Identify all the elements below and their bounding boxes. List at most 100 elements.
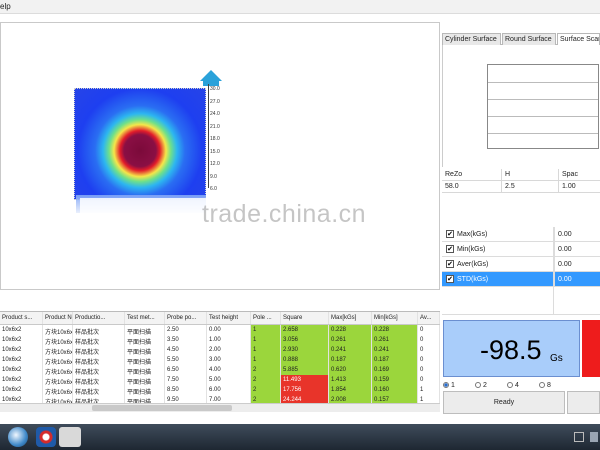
table-row[interactable]: 10x6x2方块10x6x2样品批次平面扫描6.504.0025.8850.62… [0, 365, 440, 375]
tab-round-surface[interactable]: Round Surface [502, 33, 556, 45]
watermark-text: trade.china.cn [202, 200, 367, 228]
scale-tick-label: 12.0 [210, 161, 220, 167]
column-header[interactable]: Pole ... [251, 312, 281, 324]
table-cell: 4.00 [207, 365, 251, 375]
magnetic-field-heatmap[interactable] [74, 88, 206, 200]
column-header[interactable]: Square [281, 312, 329, 324]
checkbox-icon[interactable]: ✔ [446, 230, 454, 238]
table-cell: 0.160 [372, 385, 418, 395]
table-row[interactable]: 10x6x2方块10x6x2样品批次平面扫描2.500.0012.6580.22… [0, 325, 440, 335]
checkbox-icon[interactable]: ✔ [446, 245, 454, 253]
radio-option-2[interactable]: 2 [475, 380, 507, 390]
scan-params-header: ReZo H Spac [442, 169, 600, 181]
radio-icon[interactable] [507, 382, 513, 388]
column-header[interactable]: Product No [43, 312, 73, 324]
radio-option-4[interactable]: 4 [507, 380, 539, 390]
start-button-icon[interactable] [8, 427, 28, 447]
paint-app-icon[interactable] [59, 427, 81, 447]
column-header[interactable]: Test height [207, 312, 251, 324]
stat-value: 0.00 [558, 260, 572, 268]
stat-label: Aver(kGs) [457, 256, 555, 272]
scale-tick-label: 27.0 [210, 98, 220, 105]
column-header[interactable]: Probe po... [165, 312, 207, 324]
stat-label: STD(kGs) [457, 271, 555, 287]
radio-option-8[interactable]: 8 [539, 380, 571, 390]
table-cell: 样品批次 [73, 355, 125, 365]
tray-icon[interactable] [574, 432, 584, 442]
checkbox-icon[interactable]: ✔ [446, 275, 454, 283]
table-cell: 0.620 [329, 365, 372, 375]
stat-row-std[interactable]: ✔ STD(kGs) 0.00 [442, 271, 600, 287]
table-cell: 3.056 [281, 335, 329, 345]
table-cell: 5.00 [207, 375, 251, 385]
tab-surface-scan[interactable]: Surface Scan [557, 33, 600, 45]
table-cell: 0 [418, 345, 440, 355]
alert-indicator [582, 320, 600, 377]
table-cell: 方块10x6x2 [43, 335, 73, 345]
table-header: Product s... Product No Productio... Test m… [0, 312, 440, 325]
scan-params-row[interactable]: 58.0 2.5 1.00 [442, 181, 600, 193]
table-cell: 样品批次 [73, 395, 125, 403]
statistics-empty-area [442, 287, 600, 315]
stat-row-min[interactable]: ✔ Min(kGs) 0.00 [442, 241, 600, 257]
table-cell: 0.00 [207, 325, 251, 335]
table-cell: 2.50 [165, 325, 207, 335]
radio-icon[interactable] [539, 382, 545, 388]
radio-label: 2 [483, 381, 487, 389]
table-horizontal-scrollbar[interactable] [0, 403, 440, 412]
table-cell: 2 [251, 395, 281, 403]
table-cell: 2 [251, 365, 281, 375]
scale-pointer-icon[interactable] [200, 70, 222, 81]
ready-button[interactable]: Ready [443, 391, 565, 414]
stat-row-aver[interactable]: ✔ Aver(kGs) 0.00 [442, 256, 600, 272]
stat-row-max[interactable]: ✔ Max(kGs) 0.00 [442, 226, 600, 242]
table-cell: 11.493 [281, 375, 329, 385]
scale-tick-label: 15.0 [210, 148, 220, 155]
radio-icon[interactable] [475, 382, 481, 388]
table-cell: 平面扫描 [125, 365, 165, 375]
table-cell: 方块10x6x2 [43, 355, 73, 365]
table-cell: 2.930 [281, 345, 329, 355]
table-row[interactable]: 10x6x2方块10x6x2样品批次平面扫描4.502.0012.9300.24… [0, 345, 440, 355]
table-cell: 10x6x2 [0, 375, 43, 385]
spac-value[interactable]: 1.00 [559, 181, 600, 192]
column-header[interactable]: Av... [418, 312, 440, 324]
column-header[interactable]: Min[kGs] [372, 312, 418, 324]
column-header[interactable]: Product s... [0, 312, 43, 324]
h-value[interactable]: 2.5 [502, 181, 559, 192]
column-header[interactable]: Test met... [125, 312, 165, 324]
magnet-app-icon[interactable] [36, 427, 56, 447]
table-row[interactable]: 10x6x2方块10x6x2样品批次平面扫描3.501.0013.0560.26… [0, 335, 440, 345]
scan-canvas[interactable] [0, 22, 440, 290]
checkbox-icon[interactable]: ✔ [446, 260, 454, 268]
secondary-button[interactable] [567, 391, 600, 414]
table-row[interactable]: 10x6x2方块10x6x2样品批次平面扫描8.506.00217.7561.8… [0, 385, 440, 395]
tray-network-icon[interactable] [590, 432, 598, 442]
menu-help[interactable]: elp [0, 2, 11, 11]
table-row[interactable]: 10x6x2方块10x6x2样品批次平面扫描9.507.00224.2442.0… [0, 395, 440, 403]
table-cell: 平面扫描 [125, 355, 165, 365]
column-header[interactable]: Productio... [73, 312, 125, 324]
table-cell: 样品批次 [73, 335, 125, 345]
scale-tick-label: 9.0 [210, 173, 217, 180]
table-cell: 4.50 [165, 345, 207, 355]
table-cell: 平面扫描 [125, 325, 165, 335]
table-cell: 1 [251, 345, 281, 355]
rezo-value[interactable]: 58.0 [442, 181, 502, 192]
table-cell: 6.50 [165, 365, 207, 375]
scale-tick-label: 24.0 [210, 111, 220, 117]
tab-cylinder-surface[interactable]: Cylinder Surface [442, 33, 501, 45]
table-cell: 0.241 [329, 345, 372, 355]
table-cell: 样品批次 [73, 345, 125, 355]
table-cell: 0.159 [372, 375, 418, 385]
scale-tick-label: 21.0 [210, 123, 220, 130]
table-row[interactable]: 10x6x2方块10x6x2样品批次平面扫描5.503.0010.8880.18… [0, 355, 440, 365]
column-header[interactable]: Max[kGs] [329, 312, 372, 324]
table-row[interactable]: 10x6x2方块10x6x2样品批次平面扫描7.505.00211.4931.4… [0, 375, 440, 385]
header-rezo: ReZo [442, 169, 502, 180]
radio-selected-icon[interactable] [443, 382, 449, 388]
table-cell: 0 [418, 335, 440, 345]
scrollbar-thumb[interactable] [92, 405, 232, 411]
radio-option-1[interactable]: 1 [443, 380, 475, 390]
table-cell: 0.261 [329, 335, 372, 345]
